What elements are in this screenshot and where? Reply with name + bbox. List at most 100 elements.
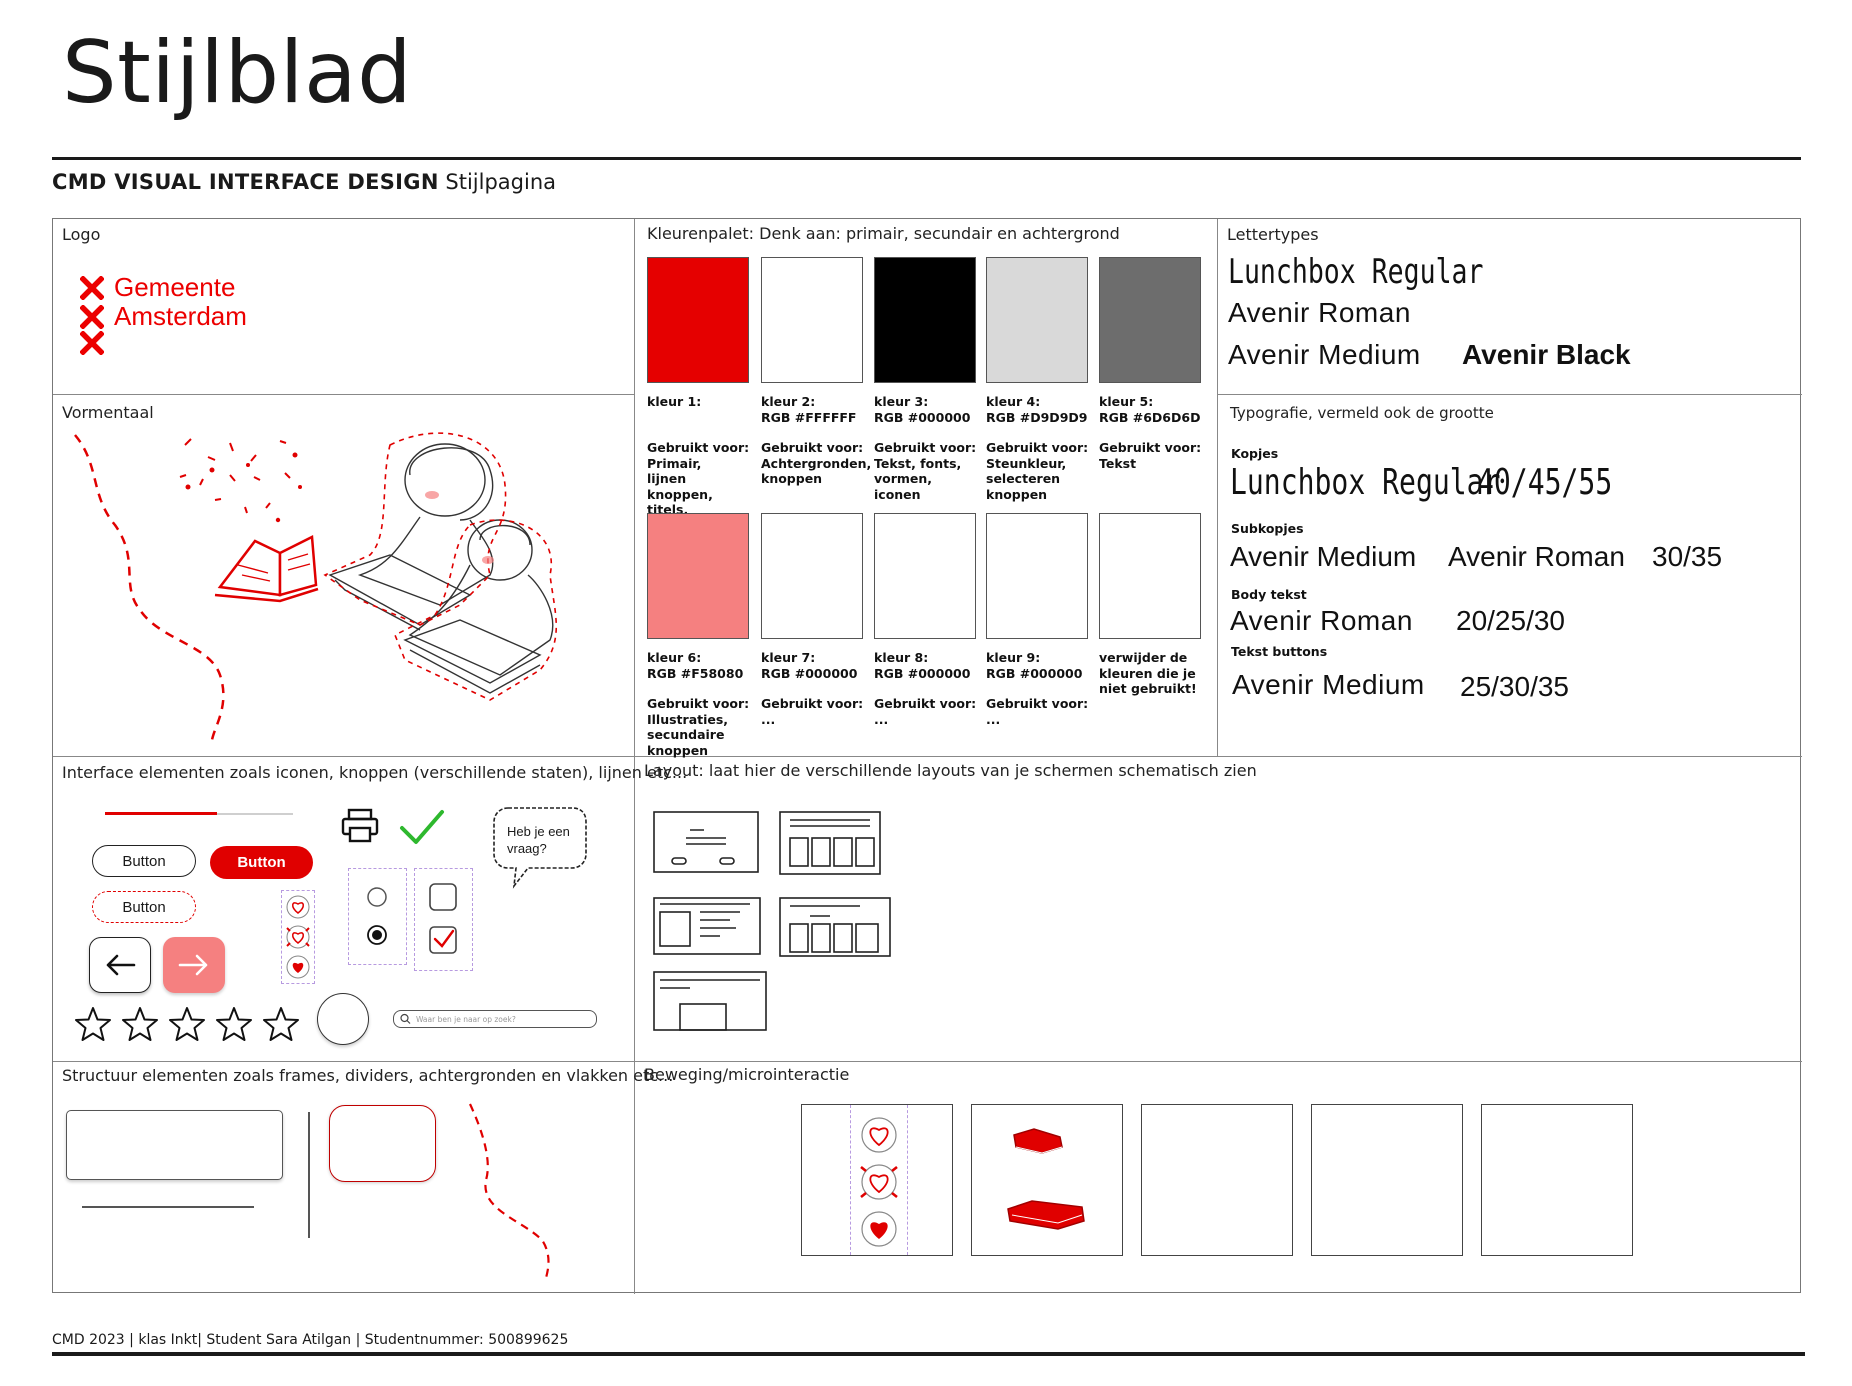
heart-animation-icons (860, 1117, 898, 1247)
color-name: kleur 6: (647, 650, 702, 665)
color-use-title: Gebruikt voor: (874, 696, 977, 711)
header-rule (52, 157, 1801, 160)
heart-animation-strip (850, 1105, 908, 1255)
logo-text-gemeente: Gemeente (114, 272, 236, 302)
logo-text-amsterdam: Amsterdam (114, 301, 247, 331)
radio-buttons[interactable] (349, 869, 406, 964)
button-focus-state[interactable]: Button (92, 891, 196, 923)
button-outline[interactable]: Button (92, 845, 196, 877)
color-name: kleur 1: (647, 394, 702, 409)
color-use-title: Gebruikt voor: (761, 440, 864, 455)
grid-divider (1217, 219, 1219, 757)
font-sample-avenir-medium: Avenir Medium (1228, 339, 1421, 370)
color-swatch (1099, 257, 1201, 383)
color-info: kleur 6: RGB #F58080 Gebruikt voor: Illustr… (647, 650, 755, 758)
heart-icon-states[interactable] (282, 891, 314, 983)
logo-line-2: Amsterdam (80, 301, 247, 332)
rating-star-icon[interactable] (168, 1006, 206, 1042)
color-info: kleur 4: RGB #D9D9D9 Gebruikt voor: Steunkl… (986, 394, 1094, 502)
color-use-title: Gebruikt voor: (1099, 440, 1202, 455)
grid-divider (1217, 394, 1802, 396)
kopjes-font-sample: Lunchbox Regular (1230, 462, 1501, 503)
color-name: kleur 9: (986, 650, 1041, 665)
color-name: kleur 3: (874, 394, 929, 409)
heart-states-frame (281, 890, 315, 984)
color-rgb: RGB #000000 (874, 665, 971, 681)
color-info: kleur 7: RGB #000000 Gebruikt voor:... (761, 650, 869, 727)
printer-icon[interactable] (340, 808, 380, 844)
arrow-left-icon (106, 954, 136, 976)
color-info: kleur 9: RGB #000000 Gebruikt voor:... (986, 650, 1094, 727)
color-name: kleur 5: (1099, 394, 1154, 409)
subtitle-rest: Stijlpagina (445, 170, 557, 194)
color-swatch (874, 513, 976, 639)
rating-star-icon[interactable] (262, 1006, 300, 1042)
color-rgb: RGB #000000 (761, 665, 858, 681)
body-label: Body tekst (1231, 587, 1307, 602)
search-bar[interactable]: Waar ben je naar op zoek? (393, 1010, 597, 1028)
font-sample-avenir-black: Avenir Black (1462, 339, 1631, 370)
rating-star-icon[interactable] (215, 1006, 253, 1042)
subkopjes-label: Subkopjes (1231, 521, 1304, 536)
arrow-right-icon (178, 954, 208, 976)
color-use-title: Gebruikt voor: (647, 696, 750, 711)
palette-section-label: Kleurenpalet: Denk aan: primair, secunda… (647, 224, 1120, 243)
x-mark-icon (80, 275, 104, 300)
color-rgb: RGB #000000 (874, 409, 971, 425)
color-name: kleur 8: (874, 650, 929, 665)
search-placeholder: Waar ben je naar op zoek? (416, 1014, 516, 1024)
subkopjes-font-sample-2: Avenir Roman (1448, 541, 1625, 572)
back-arrow-button[interactable] (89, 937, 151, 993)
vertical-divider (308, 1112, 310, 1238)
next-arrow-button[interactable] (163, 937, 225, 993)
color-rgb (1099, 697, 1207, 713)
checkboxes[interactable] (415, 869, 472, 970)
tekst-buttons-label: Tekst buttons (1231, 644, 1328, 659)
font-sample-lunchbox: Lunchbox Regular (1228, 252, 1484, 292)
vormentaal-section-label: Vormentaal (62, 403, 154, 422)
color-rgb: RGB #FFFFFF (761, 409, 857, 425)
body-font-sample: Avenir Roman (1230, 605, 1413, 636)
color-rgb: RGB #6D6D6D (1099, 409, 1201, 425)
color-name: kleur 2: (761, 394, 816, 409)
search-icon (400, 1013, 411, 1024)
font-sample-avenir-roman: Avenir Roman (1228, 297, 1411, 328)
color-name: kleur 4: (986, 394, 1041, 409)
color-swatch (986, 257, 1088, 383)
tekst-buttons-font-sample: Avenir Medium (1232, 669, 1425, 700)
logo-line-1: Gemeente (80, 272, 235, 303)
color-use-title: Gebruikt voor: (761, 696, 864, 711)
grid-divider (53, 394, 634, 396)
color-use: ... (986, 711, 1001, 727)
button-primary[interactable]: Button (210, 846, 313, 879)
dashed-curve (469, 1103, 550, 1279)
typography-section-label: Typografie, vermeld ook de grootte (1230, 404, 1494, 422)
color-use-title: Gebruikt voor: (986, 696, 1089, 711)
layout-sketches (653, 811, 891, 1031)
color-swatch (986, 513, 1088, 639)
footer-text: CMD 2023 | klas Inkt| Student Sara Atilg… (52, 1332, 569, 1348)
x-mark-icon (80, 304, 104, 329)
color-swatch (761, 257, 863, 383)
vormentaal-illustration (74, 432, 557, 741)
color-info: kleur 5: RGB #6D6D6D Gebruikt voor: Tekst (1099, 394, 1207, 471)
radio-states-frame (348, 868, 407, 965)
color-swatch (647, 257, 749, 383)
color-rgb: RGB #D9D9D9 (986, 409, 1088, 425)
footer-rule (52, 1352, 1805, 1356)
round-button[interactable] (317, 993, 369, 1045)
color-use-title: Gebruikt voor: (986, 440, 1089, 455)
subkopjes-font-sample-1: Avenir Medium (1230, 541, 1417, 572)
grid-divider (53, 756, 1802, 758)
red-rounded-frame (329, 1105, 436, 1182)
rating-star-icon[interactable] (74, 1006, 112, 1042)
rating-star-icon[interactable] (121, 1006, 159, 1042)
color-use: Tekst, fonts, vormen, iconen (874, 455, 962, 502)
color-info: kleur 8: RGB #000000 Gebruikt voor:... (874, 650, 982, 727)
checkbox-states-frame (414, 868, 473, 971)
motion-frame-2 (971, 1104, 1123, 1256)
subtitle-bold: CMD VISUAL INTERFACE DESIGN (52, 170, 439, 194)
horizontal-divider (82, 1206, 254, 1208)
layout-section-label: Layout: laat hier de verschillende layou… (644, 761, 1257, 780)
color-name: verwijder de kleuren die je niet gebruik… (1099, 650, 1197, 696)
